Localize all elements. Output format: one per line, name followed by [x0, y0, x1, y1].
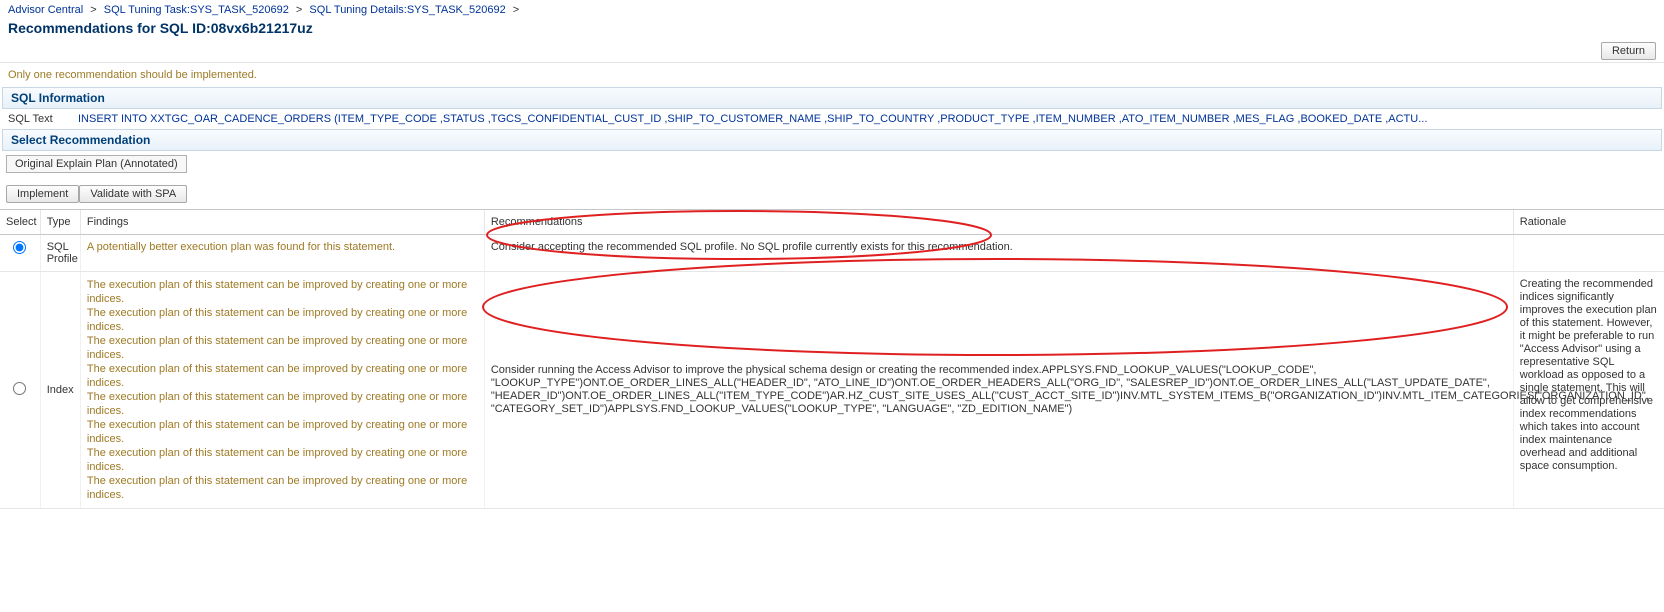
- table-row: Index The execution plan of this stateme…: [0, 272, 1664, 509]
- validate-spa-button[interactable]: Validate with SPA: [79, 185, 187, 203]
- select-recommendation-header: Select Recommendation: [2, 129, 1662, 151]
- findings-row2: The execution plan of this statement can…: [87, 278, 478, 502]
- col-header-type: Type: [40, 210, 80, 235]
- rationale-row2: Creating the recommended indices signifi…: [1520, 278, 1658, 473]
- sql-text-label: SQL Text: [8, 113, 78, 125]
- original-explain-plan-button[interactable]: Original Explain Plan (Annotated): [6, 155, 187, 173]
- rationale-row1: [1513, 235, 1664, 272]
- breadcrumb: Advisor Central > SQL Tuning Task:SYS_TA…: [0, 0, 1664, 20]
- col-header-findings: Findings: [80, 210, 484, 235]
- return-button[interactable]: Return: [1601, 42, 1656, 60]
- sql-info-row: SQL Text INSERT INTO XXTGC_OAR_CADENCE_O…: [0, 109, 1664, 129]
- breadcrumb-sep: >: [513, 4, 519, 16]
- action-buttons: ImplementValidate with SPA: [6, 185, 1664, 203]
- sql-information-header: SQL Information: [2, 87, 1662, 109]
- sql-text-value[interactable]: INSERT INTO XXTGC_OAR_CADENCE_ORDERS (IT…: [78, 113, 1427, 125]
- table-row: SQL Profile A potentially better executi…: [0, 235, 1664, 272]
- findings-row1: A potentially better execution plan was …: [87, 241, 395, 253]
- select-radio-row1[interactable]: [13, 241, 26, 254]
- type-cell: Index: [40, 272, 80, 509]
- recommendation-row2: Consider running the Access Advisor to i…: [491, 364, 1507, 416]
- breadcrumb-item-2[interactable]: SQL Tuning Details:SYS_TASK_520692: [309, 4, 505, 16]
- breadcrumb-item-0[interactable]: Advisor Central: [8, 4, 83, 16]
- top-button-row: Return: [0, 40, 1664, 63]
- page-title: Recommendations for SQL ID:08vx6b21217uz: [0, 20, 1664, 40]
- breadcrumb-item-1[interactable]: SQL Tuning Task:SYS_TASK_520692: [104, 4, 289, 16]
- recommendations-table: Select Type Findings Recommendations Rat…: [0, 209, 1664, 509]
- select-radio-row2[interactable]: [13, 382, 26, 395]
- implement-button[interactable]: Implement: [6, 185, 79, 203]
- type-cell: SQL Profile: [40, 235, 80, 272]
- breadcrumb-sep: >: [296, 4, 302, 16]
- breadcrumb-sep: >: [90, 4, 96, 16]
- col-header-recommendations: Recommendations: [484, 210, 1513, 235]
- col-header-select: Select: [0, 210, 40, 235]
- col-header-rationale: Rationale: [1513, 210, 1664, 235]
- recommendation-row1: Consider accepting the recommended SQL p…: [491, 241, 1013, 253]
- note-text: Only one recommendation should be implem…: [0, 63, 1664, 87]
